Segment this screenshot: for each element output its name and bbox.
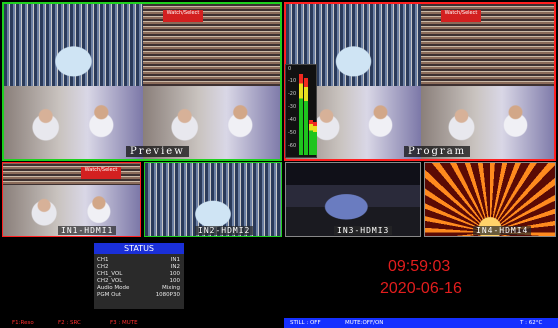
- input-tile-4[interactable]: IN4-HDMI4: [424, 162, 556, 237]
- f1-resolution-key[interactable]: F1:Reso: [12, 319, 34, 327]
- preview-quad-crowd: Watch/Select: [143, 4, 280, 86]
- f2-source-key[interactable]: F2 : SRC: [58, 319, 81, 327]
- preview-quad-arena: [4, 4, 143, 86]
- input-label-2: IN2-HDMI2: [195, 226, 254, 235]
- meter-tick: -60: [288, 143, 297, 149]
- meter-tick: -10: [288, 78, 297, 84]
- mute-status: MUTE:OFF/ON: [345, 320, 384, 326]
- program-label: Program: [404, 146, 471, 157]
- meter-tick: -20: [288, 91, 297, 97]
- input-tile-2[interactable]: IN2-HDMI2: [144, 162, 282, 237]
- status-panel: STATUS CH1 IN1 CH2 IN2 CH1_VOL 100 CH2_VOL 1…: [94, 243, 184, 309]
- program-banner: Watch/Select: [441, 10, 481, 22]
- status-row: CH2_VOL 100: [94, 278, 184, 285]
- input-label-4: IN4-HDMI4: [473, 226, 532, 235]
- status-value: IN1: [170, 257, 180, 263]
- status-key: CH2: [97, 264, 109, 270]
- input1-banner: Watch/Select: [81, 167, 121, 179]
- meter-bar: [299, 74, 303, 155]
- preview-quad-players-left: [4, 86, 143, 159]
- clock-date: 2020-06-16: [380, 280, 462, 297]
- status-key: CH1_VOL: [97, 271, 123, 277]
- status-value: Mixing: [161, 285, 180, 291]
- status-key: PGM Out: [97, 292, 122, 298]
- status-key: CH1: [97, 257, 109, 263]
- input-tile-1[interactable]: Watch/Select IN1-HDMI1: [2, 162, 141, 237]
- status-row: PGM Out 1080P30: [94, 292, 184, 299]
- input-label-1: IN1-HDMI1: [58, 226, 117, 235]
- status-value: IN2: [170, 264, 180, 270]
- meter-tick: -50: [288, 130, 297, 136]
- status-value: 100: [169, 278, 181, 284]
- status-row: CH1_VOL 100: [94, 271, 184, 278]
- status-bar: [284, 318, 558, 328]
- status-title: STATUS: [94, 243, 184, 254]
- program-window[interactable]: Watch/Select Program: [284, 2, 556, 161]
- still-status: STILL : OFF: [290, 320, 321, 326]
- meter-bar: [304, 78, 308, 155]
- preview-window[interactable]: Watch/Select Preview: [2, 2, 282, 161]
- preview-banner: Watch/Select: [163, 10, 203, 22]
- preview-label: Preview: [126, 146, 189, 157]
- status-key: Audio Mode: [97, 285, 130, 291]
- f3-mute-key[interactable]: F3 : MUTE: [110, 319, 138, 327]
- temperature-readout: T : 62°C: [520, 320, 543, 326]
- meter-bar: [313, 122, 317, 155]
- input-label-3: IN3-HDMI3: [334, 226, 393, 235]
- meter-tick: -40: [288, 117, 297, 123]
- input-tile-3[interactable]: IN3-HDMI3: [285, 162, 421, 237]
- audio-level-meter: 0 -10 -20 -30 -40 -50 -60: [285, 64, 317, 158]
- status-row: Audio Mode Mixing: [94, 285, 184, 292]
- program-quad-crowd: Watch/Select: [421, 4, 554, 86]
- status-value: 1080P30: [155, 292, 180, 298]
- status-value: 100: [169, 271, 181, 277]
- meter-tick: -30: [288, 104, 297, 110]
- status-row: CH1 IN1: [94, 257, 184, 264]
- status-key: CH2_VOL: [97, 278, 123, 284]
- meter-tick: 0: [288, 66, 292, 72]
- clock-time: 09:59:03: [388, 258, 451, 275]
- status-row: CH2 IN2: [94, 264, 184, 271]
